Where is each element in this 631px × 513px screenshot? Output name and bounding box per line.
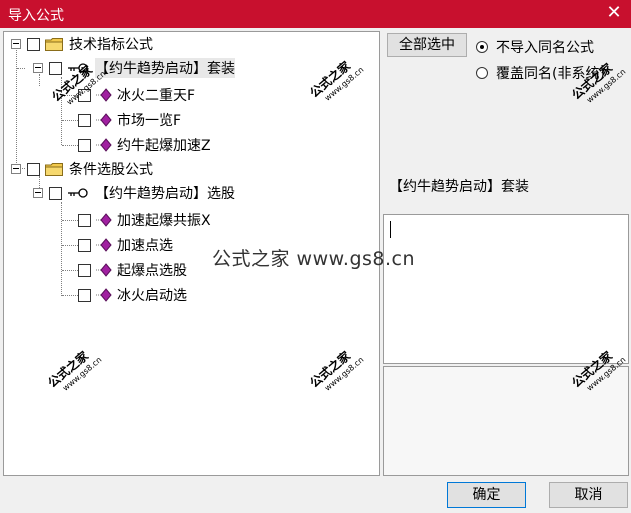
tree-suite-row[interactable]: 【约牛趋势启动】套装: [33, 57, 235, 79]
item-label: 加速起爆共振X: [117, 213, 211, 229]
suite-checkbox[interactable]: [49, 186, 62, 200]
formula-gem-icon: [96, 113, 112, 127]
item-checkbox[interactable]: [78, 138, 91, 152]
tree-item[interactable]: 起爆点选股: [78, 259, 187, 281]
tree-item[interactable]: 冰火启动选: [78, 284, 187, 306]
radio-overwrite-label: 覆盖同名(非系统): [496, 66, 605, 82]
item-label: 起爆点选股: [117, 263, 187, 279]
formula-gem-icon: [96, 213, 112, 227]
item-checkbox[interactable]: [78, 263, 91, 277]
tree-item[interactable]: 市场一览F: [78, 109, 181, 131]
collapse-icon[interactable]: [33, 63, 43, 73]
item-checkbox[interactable]: [78, 213, 91, 227]
formula-description-box[interactable]: [383, 366, 629, 476]
formula-tree[interactable]: 技术指标公式 【约牛趋势启动】套装 冰火二重天F 市场一览F 约牛起爆加速Z 条…: [3, 31, 380, 476]
folder-icon: [45, 162, 63, 176]
collapse-icon[interactable]: [11, 164, 21, 174]
item-label: 市场一览F: [117, 113, 182, 129]
formula-gem-icon: [96, 88, 112, 102]
tree-connector: [61, 202, 62, 296]
window-title: 导入公式: [8, 8, 64, 24]
tree-group-conditions[interactable]: 条件选股公式: [11, 158, 153, 180]
tree-item[interactable]: 加速点选: [78, 234, 173, 256]
item-checkbox[interactable]: [78, 88, 91, 102]
text-caret: [390, 221, 391, 238]
tree-item[interactable]: 冰火二重天F: [78, 84, 195, 106]
collapse-icon[interactable]: [33, 188, 43, 198]
formula-gem-icon: [96, 138, 112, 152]
item-checkbox[interactable]: [78, 238, 91, 252]
radio-skip-indicator[interactable]: [476, 41, 488, 53]
radio-skip-duplicates[interactable]: 不导入同名公式: [476, 37, 594, 57]
title-bar: 导入公式 ✕: [0, 0, 631, 28]
selected-formula-name: 【约牛趋势启动】套装: [389, 179, 529, 195]
item-checkbox[interactable]: [78, 288, 91, 302]
formula-gem-icon: [96, 288, 112, 302]
suite-label: 【约牛趋势启动】选股: [95, 186, 235, 202]
collapse-icon[interactable]: [11, 39, 21, 49]
suite-label: 【约牛趋势启动】套装: [95, 58, 235, 78]
tree-item[interactable]: 约牛起爆加速Z: [78, 134, 211, 156]
item-label: 冰火启动选: [117, 288, 187, 304]
tree-suite-row[interactable]: 【约牛趋势启动】选股: [33, 182, 235, 204]
key-icon: [67, 187, 89, 199]
group-checkbox[interactable]: [27, 162, 40, 176]
radio-skip-label: 不导入同名公式: [496, 40, 594, 56]
tree-group-indicators[interactable]: 技术指标公式: [11, 33, 153, 55]
group-label: 技术指标公式: [69, 37, 153, 53]
tree-connector: [61, 77, 62, 145]
formula-gem-icon: [96, 263, 112, 277]
folder-icon: [45, 37, 63, 51]
item-label: 约牛起爆加速Z: [117, 138, 211, 154]
suite-checkbox[interactable]: [49, 61, 62, 75]
close-icon[interactable]: ✕: [605, 3, 623, 23]
item-checkbox[interactable]: [78, 113, 91, 127]
formula-gem-icon: [96, 238, 112, 252]
tree-connector: [17, 68, 25, 69]
radio-overwrite-indicator[interactable]: [476, 67, 488, 79]
group-checkbox[interactable]: [27, 37, 40, 51]
ok-button[interactable]: 确定: [447, 482, 526, 508]
radio-overwrite[interactable]: 覆盖同名(非系统): [476, 63, 605, 83]
group-label: 条件选股公式: [69, 162, 153, 178]
item-label: 冰火二重天F: [117, 88, 196, 104]
item-label: 加速点选: [117, 238, 173, 254]
tree-item[interactable]: 加速起爆共振X: [78, 209, 211, 231]
select-all-button[interactable]: 全部选中: [387, 33, 467, 57]
formula-preview-box[interactable]: [383, 214, 629, 364]
key-icon: [67, 62, 89, 74]
cancel-button[interactable]: 取消: [549, 482, 628, 508]
